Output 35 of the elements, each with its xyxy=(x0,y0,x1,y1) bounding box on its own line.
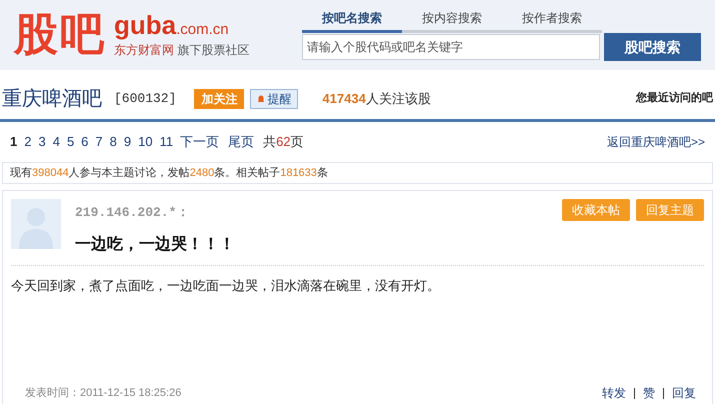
forum-title: 重庆啤酒吧 xyxy=(2,86,102,112)
page-link[interactable]: 9 xyxy=(124,132,132,152)
remind-button[interactable]: 提醒 xyxy=(250,88,298,108)
page-link[interactable]: 1 xyxy=(10,132,18,152)
recent-forums-label: 您最近访问的吧 xyxy=(636,90,713,106)
search-button[interactable]: 股吧搜索 xyxy=(604,33,701,61)
search-field[interactable]: 请输入个股代码或吧名关键字 xyxy=(302,34,600,60)
last-page-link[interactable]: 尾页 xyxy=(228,132,254,152)
page-link[interactable]: 10 xyxy=(138,132,153,152)
page-link[interactable]: 7 xyxy=(95,132,103,152)
post-title: 一边吃，一边哭！！！ xyxy=(75,234,235,254)
stats-text: 现有398044人参与本主题讨论，发帖2480条。相关帖子181633条 xyxy=(10,166,328,181)
page-link[interactable]: 6 xyxy=(81,132,88,152)
post-body: 今天回到家，煮了点面吃，一边吃面一边哭，泪水滴落在碗里，没有开灯。 xyxy=(11,276,441,294)
logo-mark: 股吧 xyxy=(14,13,106,57)
page-link[interactable]: 3 xyxy=(38,132,46,152)
post-action-link[interactable]: 转发 xyxy=(602,384,626,402)
logo-slogan: 东方财富网 旗下股票社区 xyxy=(114,42,250,58)
author-ip: 219.146.202.*： xyxy=(75,204,190,222)
page-link[interactable]: 8 xyxy=(110,132,117,152)
stock-code: [600132] xyxy=(114,90,176,108)
page-link[interactable]: 2 xyxy=(24,132,32,152)
back-link[interactable]: 返回重庆啤酒吧>> xyxy=(606,133,705,151)
page-total: 共62页 xyxy=(263,133,304,152)
follower-count: 417434人关注该股 xyxy=(322,90,431,108)
post-action-link[interactable]: 赞 xyxy=(643,384,655,402)
post-time: 发表时间：2011-12-15 18:25:26 xyxy=(25,386,182,401)
next-page-link[interactable]: 下一页 xyxy=(180,132,220,152)
avatar-icon xyxy=(11,199,61,249)
page-link[interactable]: 11 xyxy=(160,132,174,152)
post-action-link[interactable]: 回复 xyxy=(672,384,696,402)
bell-icon xyxy=(257,94,266,102)
page-link[interactable]: 5 xyxy=(66,132,74,152)
page-link[interactable]: 4 xyxy=(52,132,60,152)
logo-domain: guba.com.cn xyxy=(114,12,230,38)
